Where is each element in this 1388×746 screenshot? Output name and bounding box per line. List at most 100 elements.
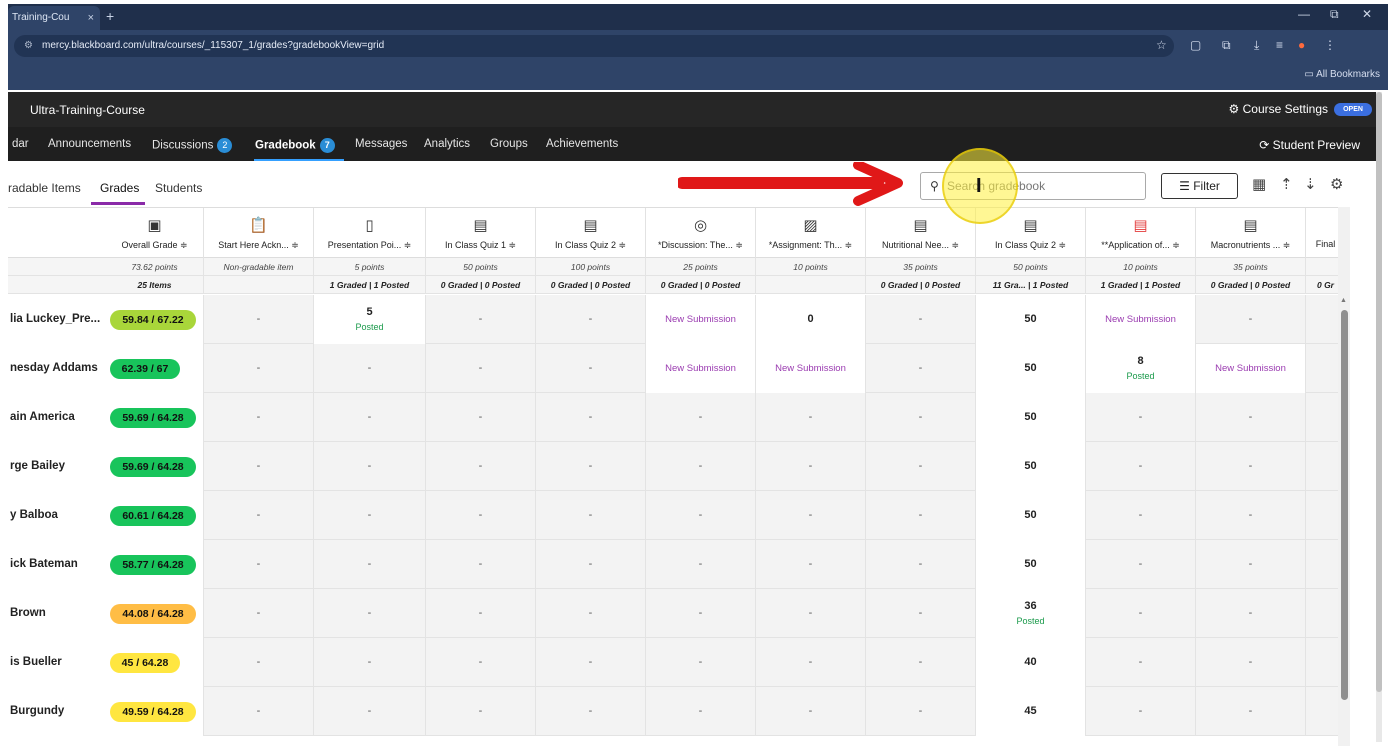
grade-cell[interactable]: - bbox=[756, 393, 866, 442]
grade-cell[interactable]: 50 bbox=[976, 344, 1086, 393]
grade-cell[interactable]: - bbox=[1086, 393, 1196, 442]
grade-cell[interactable]: - bbox=[646, 589, 756, 638]
student-name[interactable]: lia Luckey_Pre... bbox=[8, 295, 106, 344]
bookmark-star-icon[interactable]: ☆ bbox=[1156, 38, 1167, 52]
grade-cell[interactable]: New Submission bbox=[646, 295, 756, 344]
student-name[interactable]: rge Bailey bbox=[8, 442, 106, 491]
grade-cell[interactable]: - bbox=[646, 393, 756, 442]
grade-cell[interactable]: 50 bbox=[976, 540, 1086, 589]
overall-grade-cell[interactable]: 59.69 / 64.28 bbox=[106, 393, 204, 442]
nav-achievements[interactable]: Achievements bbox=[546, 138, 618, 150]
grade-cell[interactable]: - bbox=[314, 589, 426, 638]
grade-cell[interactable]: - bbox=[204, 442, 314, 491]
grade-cell[interactable]: - bbox=[426, 540, 536, 589]
overall-grade-cell[interactable]: 45 / 64.28 bbox=[106, 638, 204, 687]
grade-cell[interactable]: 8 Posted bbox=[1086, 344, 1196, 393]
student-preview-button[interactable]: ⟳ Student Preview bbox=[1259, 138, 1360, 152]
grade-cell[interactable]: 45 bbox=[976, 687, 1086, 736]
grade-cell[interactable]: 50 bbox=[976, 491, 1086, 540]
nav-discussions[interactable]: Discussions 2 bbox=[152, 138, 233, 153]
column-header[interactable]: ▣ Overall Grade ≑ bbox=[106, 208, 204, 258]
grade-cell[interactable]: New Submission bbox=[756, 344, 866, 393]
grade-cell[interactable]: - bbox=[426, 295, 536, 344]
column-header[interactable]: ▤ **Application of... ≑ bbox=[1086, 208, 1196, 258]
column-header[interactable]: ▤ In Class Quiz 1 ≑ bbox=[426, 208, 536, 258]
grade-cell[interactable]: - bbox=[1196, 393, 1306, 442]
grade-cell[interactable]: - bbox=[646, 638, 756, 687]
grade-cell[interactable]: - bbox=[1196, 540, 1306, 589]
grade-cell[interactable]: - bbox=[866, 393, 976, 442]
screen-capture-icon[interactable]: ⧉ bbox=[1222, 38, 1231, 53]
grade-cell[interactable]: - bbox=[756, 540, 866, 589]
grade-cell[interactable]: - bbox=[1196, 589, 1306, 638]
grade-cell[interactable]: - bbox=[204, 589, 314, 638]
grade-cell[interactable]: 50 bbox=[976, 295, 1086, 344]
grade-cell[interactable]: - bbox=[204, 540, 314, 589]
grade-cell[interactable]: - bbox=[204, 393, 314, 442]
grade-cell[interactable]: - bbox=[536, 589, 646, 638]
scroll-up-arrow-icon[interactable]: ▲ bbox=[1340, 297, 1347, 304]
student-name[interactable]: y Balboa bbox=[8, 491, 106, 540]
browser-menu-icon[interactable]: ⋮ bbox=[1324, 38, 1336, 52]
grade-cell[interactable]: - bbox=[756, 687, 866, 736]
grade-cell[interactable]: - bbox=[314, 442, 426, 491]
nav-messages[interactable]: Messages bbox=[355, 138, 407, 150]
grade-cell[interactable]: - bbox=[204, 638, 314, 687]
nav-analytics[interactable]: Analytics bbox=[424, 138, 470, 150]
column-header[interactable]: ▤ Macronutrients ... ≑ bbox=[1196, 208, 1306, 258]
grade-cell[interactable]: - bbox=[1086, 442, 1196, 491]
restore-button[interactable]: ⧉ bbox=[1330, 7, 1339, 22]
grade-cell[interactable]: - bbox=[756, 491, 866, 540]
column-header[interactable]: Final bbox=[1306, 208, 1338, 258]
nav-groups[interactable]: Groups bbox=[490, 138, 528, 150]
settings-gear-icon[interactable]: ⚙ bbox=[1330, 175, 1343, 193]
grade-cell[interactable]: - bbox=[646, 687, 756, 736]
overall-grade-cell[interactable]: 59.69 / 64.28 bbox=[106, 442, 204, 491]
grade-cell[interactable]: - bbox=[1086, 638, 1196, 687]
grade-cell[interactable]: - bbox=[204, 344, 314, 393]
student-name[interactable]: ick Bateman bbox=[8, 540, 106, 589]
grade-cell[interactable]: - bbox=[314, 687, 426, 736]
tab-grades[interactable]: Grades bbox=[100, 181, 139, 195]
browser-tab[interactable]: Training-Cou × bbox=[8, 6, 100, 30]
grade-cell[interactable]: - bbox=[866, 442, 976, 491]
grade-cell[interactable]: - bbox=[536, 442, 646, 491]
grade-cell[interactable]: 40 bbox=[976, 638, 1086, 687]
tab-students[interactable]: Students bbox=[155, 181, 202, 195]
grade-cell[interactable]: - bbox=[536, 295, 646, 344]
grade-cell[interactable]: - bbox=[1086, 540, 1196, 589]
overall-grade-cell[interactable]: 44.08 / 64.28 bbox=[106, 589, 204, 638]
grade-cell[interactable]: - bbox=[314, 393, 426, 442]
nav-calendar[interactable]: dar bbox=[12, 138, 29, 150]
overall-grade-cell[interactable]: 60.61 / 64.28 bbox=[106, 491, 204, 540]
grade-cell[interactable]: - bbox=[426, 393, 536, 442]
grade-cell[interactable]: - bbox=[426, 344, 536, 393]
overall-grade-cell[interactable]: 62.39 / 67 bbox=[106, 344, 204, 393]
student-name[interactable]: Burgundy bbox=[8, 687, 106, 736]
student-name[interactable]: is Bueller bbox=[8, 638, 106, 687]
window-close-button[interactable]: ✕ bbox=[1362, 7, 1372, 21]
nav-announcements[interactable]: Announcements bbox=[48, 138, 131, 150]
filter-button[interactable]: ☰ Filter bbox=[1161, 173, 1238, 199]
grade-cell[interactable]: 50 bbox=[976, 442, 1086, 491]
tab-gradable-items[interactable]: radable Items bbox=[8, 181, 81, 195]
grade-cell[interactable]: - bbox=[1196, 442, 1306, 491]
grade-cell[interactable]: - bbox=[1196, 638, 1306, 687]
grade-cell[interactable]: - bbox=[426, 589, 536, 638]
grade-cell[interactable]: - bbox=[756, 442, 866, 491]
grade-cell[interactable]: - bbox=[314, 638, 426, 687]
grade-cell[interactable]: - bbox=[866, 589, 976, 638]
download-icon[interactable]: ⤓ bbox=[1254, 38, 1259, 53]
grade-cell[interactable]: - bbox=[1196, 491, 1306, 540]
grade-cell[interactable]: 0 bbox=[756, 295, 866, 344]
overall-grade-cell[interactable]: 49.59 / 64.28 bbox=[106, 687, 204, 736]
grade-cell[interactable]: New Submission bbox=[646, 344, 756, 393]
nav-gradebook[interactable]: Gradebook 7 bbox=[255, 138, 335, 153]
grade-cell[interactable]: - bbox=[1196, 687, 1306, 736]
reading-list-icon[interactable]: ≡ bbox=[1276, 38, 1283, 52]
grade-cell[interactable]: - bbox=[646, 540, 756, 589]
grade-cell[interactable]: - bbox=[1086, 687, 1196, 736]
upload-icon[interactable]: ⇡ bbox=[1280, 175, 1293, 193]
grade-cell[interactable]: - bbox=[536, 687, 646, 736]
download-grades-icon[interactable]: ⇣ bbox=[1304, 175, 1317, 193]
